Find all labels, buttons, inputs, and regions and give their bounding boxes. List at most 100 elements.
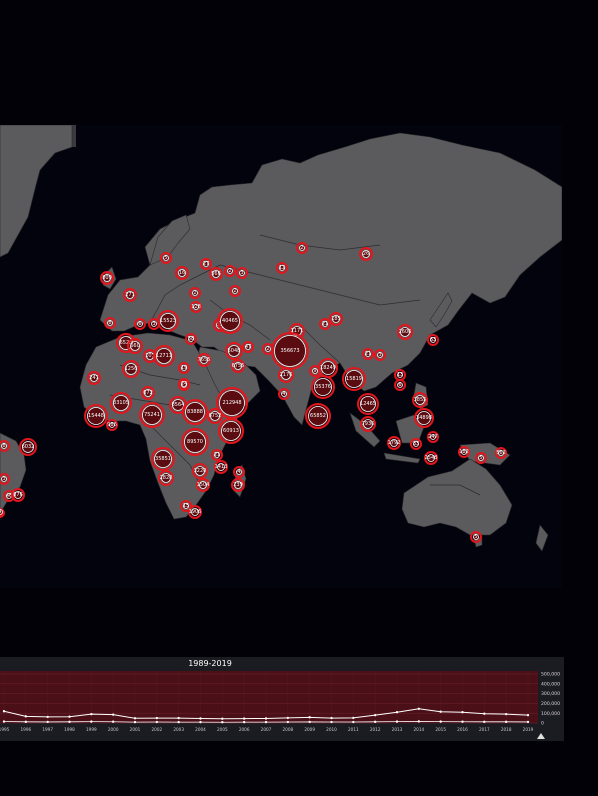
incident-marker[interactable]: 239 (231, 478, 245, 492)
incident-marker[interactable]: 3 (236, 267, 248, 279)
series-a-point[interactable] (286, 716, 290, 720)
incident-marker[interactable]: 35376 (311, 375, 335, 399)
incident-marker[interactable]: 15819 (342, 367, 366, 391)
incident-marker[interactable]: 185 (329, 312, 343, 326)
series-a-point[interactable] (264, 717, 268, 720)
incident-marker[interactable]: 2 (189, 287, 201, 299)
incident-marker[interactable]: 8 (0, 440, 10, 452)
incident-marker[interactable]: 566 (209, 267, 223, 281)
series-b-point[interactable] (199, 720, 202, 724)
incident-marker[interactable]: 12711 (153, 345, 175, 367)
incident-marker[interactable]: 672 (141, 386, 155, 400)
incident-marker[interactable]: 40465 (217, 308, 243, 334)
series-a-point[interactable] (308, 716, 311, 719)
series-a-point[interactable] (68, 715, 71, 718)
series-b-point[interactable] (417, 720, 421, 723)
series-a-point[interactable] (373, 713, 377, 717)
series-b-point[interactable] (286, 720, 290, 724)
series-a-point[interactable] (90, 712, 93, 716)
series-a-point[interactable] (199, 717, 202, 720)
incident-marker[interactable]: 1906 (188, 505, 202, 519)
incident-marker[interactable]: 247 (427, 431, 439, 443)
incident-marker[interactable]: 12 (276, 262, 288, 274)
series-b-point[interactable] (155, 720, 159, 724)
incident-marker[interactable]: 83888 (182, 399, 208, 425)
incident-marker[interactable]: 47 (242, 341, 254, 353)
incident-marker[interactable]: 18249 (318, 358, 338, 378)
incident-marker[interactable]: 3855 (412, 392, 428, 408)
incident-marker[interactable]: 7655 (197, 353, 211, 367)
series-a-point[interactable] (461, 711, 464, 714)
incident-marker[interactable]: 2548 (424, 451, 438, 465)
incident-marker[interactable]: 9 (309, 365, 321, 377)
series-b-point[interactable] (461, 720, 464, 723)
incident-marker[interactable]: 24 (178, 378, 190, 390)
incident-marker[interactable]: 1792 (387, 436, 401, 450)
incident-marker[interactable]: 4 (0, 508, 4, 516)
incident-marker[interactable]: 3 (374, 349, 386, 361)
incident-marker[interactable]: 35851 (151, 447, 175, 471)
incident-marker[interactable]: 27 (200, 258, 212, 270)
incident-marker[interactable]: 2 (224, 265, 236, 277)
series-b-point[interactable] (352, 720, 355, 724)
incident-marker[interactable]: 6 (394, 379, 406, 391)
incident-marker[interactable]: 660 (127, 338, 143, 354)
incident-marker[interactable]: 3 (0, 473, 10, 485)
incident-marker[interactable]: 4 (233, 466, 245, 478)
incident-marker[interactable]: 3 (148, 318, 160, 330)
series-b-point[interactable] (68, 720, 71, 724)
series-b-point[interactable] (242, 720, 246, 724)
incident-marker[interactable]: 5 (160, 252, 172, 264)
series-b-point[interactable] (133, 720, 137, 724)
series-b-point[interactable] (439, 720, 442, 723)
series-b-point[interactable] (395, 720, 399, 723)
incident-marker[interactable]: 6032 (19, 438, 37, 456)
incident-marker[interactable]: 986 (106, 419, 118, 431)
series-b-point[interactable] (483, 720, 486, 724)
incident-marker[interactable]: 800 (100, 271, 114, 285)
series-a-point[interactable] (352, 716, 355, 720)
incident-marker[interactable]: 1504 (196, 478, 210, 492)
incident-marker[interactable]: 16 (175, 266, 189, 280)
series-a-point[interactable] (2, 710, 6, 713)
incident-marker[interactable]: 63 (427, 334, 439, 346)
series-b-point[interactable] (24, 720, 28, 724)
timeline-panel[interactable]: 1989-2019 199519961997199819992000200120… (0, 657, 564, 741)
incident-marker[interactable]: 6 (134, 318, 146, 330)
incident-marker[interactable]: 21 (362, 348, 374, 360)
incident-marker[interactable]: 3220 (192, 463, 208, 479)
incident-marker[interactable]: 2 (229, 285, 241, 297)
incident-marker[interactable]: 60913 (218, 418, 244, 444)
incident-marker[interactable]: 13 (394, 369, 406, 381)
incident-marker[interactable]: 7936 (360, 416, 376, 432)
incident-marker[interactable]: 2176 (278, 367, 294, 383)
incident-marker[interactable]: 15448 (84, 404, 108, 428)
incident-marker[interactable]: 876 (11, 488, 25, 502)
series-b-point[interactable] (90, 720, 93, 723)
series-b-point[interactable] (177, 720, 180, 724)
incident-marker[interactable]: 2 (296, 242, 308, 254)
series-b-point[interactable] (2, 720, 6, 723)
series-b-point[interactable] (526, 720, 530, 724)
incident-marker[interactable]: 75241 (139, 402, 165, 428)
incident-marker[interactable]: 12465 (357, 393, 379, 415)
series-a-point[interactable] (483, 712, 486, 715)
series-b-point[interactable] (111, 720, 115, 723)
series-b-point[interactable] (308, 720, 311, 724)
series-a-point[interactable] (177, 716, 180, 720)
incident-marker[interactable]: 34898 (414, 408, 434, 428)
series-a-point[interactable] (242, 717, 246, 720)
series-b-point[interactable] (221, 721, 224, 724)
incident-marker[interactable]: 21 (211, 449, 223, 461)
incident-marker[interactable]: 271 (123, 288, 137, 302)
incident-marker[interactable]: 89570 (181, 428, 209, 456)
series-b-point[interactable] (504, 720, 508, 724)
incident-marker[interactable]: 128 (190, 301, 202, 313)
incident-marker[interactable]: 356673 (271, 332, 309, 370)
incident-marker[interactable]: 21 (319, 318, 331, 330)
series-a-point[interactable] (504, 712, 508, 716)
incident-marker[interactable]: 5 (470, 531, 482, 543)
incident-marker[interactable]: 6752 (207, 408, 223, 424)
incident-marker[interactable]: 5 (475, 452, 487, 464)
incident-marker[interactable]: 58 (185, 333, 197, 345)
